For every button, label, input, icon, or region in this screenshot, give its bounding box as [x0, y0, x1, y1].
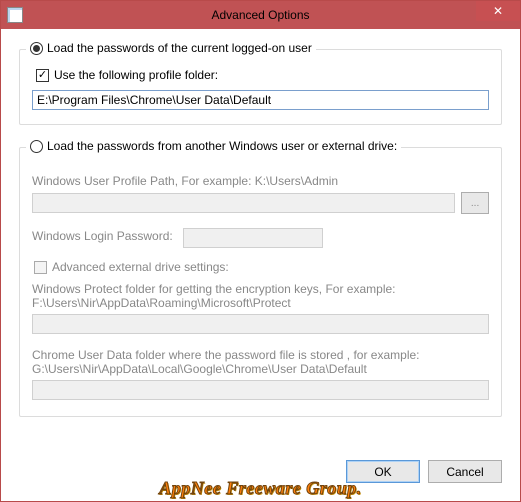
titlebar[interactable]: Advanced Options ✕ — [1, 1, 520, 29]
close-button[interactable]: ✕ — [476, 1, 520, 21]
userdata-folder-label: Chrome User Data folder where the passwo… — [32, 348, 489, 376]
login-password-label: Windows Login Password: — [32, 229, 173, 243]
button-bar: OK Cancel — [346, 460, 502, 483]
login-password-input[interactable] — [183, 228, 323, 248]
group-current-user-header: Load the passwords of the current logged… — [26, 41, 316, 55]
userdata-folder-input[interactable] — [32, 380, 489, 400]
close-icon: ✕ — [493, 5, 503, 17]
radio-current-user[interactable] — [30, 42, 43, 55]
content-area: Load the passwords of the current logged… — [1, 29, 520, 501]
protect-folder-label: Windows Protect folder for getting the e… — [32, 282, 489, 310]
user-profile-block: Windows User Profile Path, For example: … — [32, 174, 489, 214]
adv-ext-row: Advanced external drive settings: — [34, 260, 489, 274]
window-title: Advanced Options — [1, 8, 520, 22]
adv-ext-label: Advanced external drive settings: — [52, 260, 229, 274]
login-password-row: Windows Login Password: — [32, 228, 489, 248]
window: Advanced Options ✕ Load the passwords of… — [0, 0, 521, 502]
cancel-button[interactable]: Cancel — [428, 460, 502, 483]
radio-other-user-label: Load the passwords from another Windows … — [47, 139, 397, 153]
radio-other-user[interactable] — [30, 140, 43, 153]
protect-folder-block: Windows Protect folder for getting the e… — [32, 282, 489, 334]
profile-path-input[interactable] — [32, 90, 489, 110]
radio-current-user-label: Load the passwords of the current logged… — [47, 41, 312, 55]
use-profile-checkbox[interactable]: ✓ — [36, 69, 49, 82]
use-profile-row: ✓ Use the following profile folder: — [36, 68, 489, 82]
app-icon — [7, 7, 23, 23]
protect-folder-input[interactable] — [32, 314, 489, 334]
adv-ext-checkbox[interactable] — [34, 261, 47, 274]
ok-button[interactable]: OK — [346, 460, 420, 483]
group-other-user: Load the passwords from another Windows … — [19, 147, 502, 417]
userdata-folder-block: Chrome User Data folder where the passwo… — [32, 348, 489, 400]
browse-button[interactable]: ... — [461, 192, 489, 214]
group-other-user-header: Load the passwords from another Windows … — [26, 139, 401, 153]
user-profile-path-input[interactable] — [32, 193, 455, 213]
group-current-user: Load the passwords of the current logged… — [19, 49, 502, 125]
user-profile-path-label: Windows User Profile Path, For example: … — [32, 174, 489, 188]
use-profile-label: Use the following profile folder: — [54, 68, 218, 82]
